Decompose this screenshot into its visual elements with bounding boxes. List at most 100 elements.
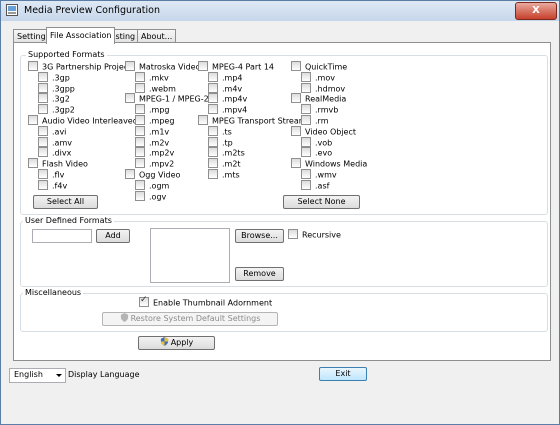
- checkbox-box[interactable]: [28, 61, 38, 71]
- checkbox-box[interactable]: [38, 147, 48, 158]
- format-checkbox-webm[interactable]: .webm: [135, 82, 176, 95]
- add-button[interactable]: Add: [96, 229, 130, 243]
- apply-label: Apply: [170, 338, 194, 347]
- format-checkbox-rm[interactable]: .rm: [301, 115, 328, 127]
- checkbox-box[interactable]: [301, 115, 311, 125]
- checkbox-box[interactable]: [301, 104, 311, 115]
- format-checkbox-ogv[interactable]: .ogv: [135, 190, 167, 203]
- checkbox-box[interactable]: [38, 179, 48, 190]
- checkbox-box[interactable]: [135, 179, 145, 190]
- browse-button[interactable]: Browse...: [235, 229, 284, 243]
- checkbox-box[interactable]: [38, 93, 48, 104]
- checkbox-box[interactable]: [291, 61, 301, 71]
- checkbox-box[interactable]: [208, 93, 218, 104]
- checkbox-box[interactable]: [38, 169, 48, 179]
- title-bar[interactable]: Media Preview Configuration X: [1, 1, 559, 21]
- recursive-checkbox[interactable]: Recursive: [288, 229, 341, 241]
- checkbox-box[interactable]: [208, 104, 218, 115]
- checkbox-box[interactable]: [208, 169, 218, 179]
- restore-defaults-button[interactable]: Restore System Default Settings: [102, 312, 278, 326]
- tab-about[interactable]: About...: [137, 29, 177, 43]
- format-checkbox-label: MPEG-4 Part 14: [212, 62, 275, 72]
- checkbox-box[interactable]: [301, 71, 311, 82]
- format-checkbox-divx[interactable]: .divx: [38, 147, 71, 159]
- checkbox-box[interactable]: [135, 125, 145, 136]
- exit-button[interactable]: Exit: [319, 367, 367, 381]
- checkbox-box[interactable]: [125, 169, 135, 179]
- recursive-checkbox-box[interactable]: [288, 229, 298, 239]
- format-checkbox-flash-video[interactable]: Flash Video: [28, 158, 88, 170]
- checkbox-box[interactable]: [291, 125, 301, 136]
- language-select[interactable]: English: [9, 368, 66, 383]
- checkbox-box[interactable]: [28, 158, 38, 169]
- supported-formats-group: Supported Formats 3G Partnership Project…: [20, 50, 548, 215]
- apply-button[interactable]: Apply: [138, 336, 215, 350]
- recursive-label: Recursive: [302, 230, 341, 240]
- format-checkbox-evo[interactable]: .evo: [301, 147, 332, 159]
- select-all-button[interactable]: Select All: [33, 195, 98, 209]
- checkbox-box[interactable]: [38, 71, 48, 82]
- checkbox-box[interactable]: [135, 147, 145, 158]
- format-input[interactable]: [32, 229, 92, 243]
- format-checkbox-label: .mp4v: [222, 94, 248, 104]
- checkbox-box[interactable]: [125, 93, 135, 104]
- checkbox-box[interactable]: [125, 61, 135, 71]
- checkbox-box[interactable]: [38, 125, 48, 136]
- checkbox-box[interactable]: [301, 136, 311, 147]
- format-checkbox-label: MPEG-1 / MPEG-2: [139, 94, 209, 104]
- format-checkbox-label: .mpv4: [222, 105, 248, 115]
- window-title: Media Preview Configuration: [24, 5, 160, 16]
- close-button[interactable]: X: [515, 2, 557, 20]
- checkbox-box[interactable]: [301, 169, 311, 179]
- main-window: Media Preview Configuration X Settings F…: [0, 0, 560, 425]
- checkbox-box[interactable]: [28, 115, 38, 125]
- checkbox-box[interactable]: [135, 190, 145, 201]
- remove-button[interactable]: Remove: [235, 267, 284, 281]
- select-none-button[interactable]: Select None: [283, 195, 360, 209]
- format-checkbox-label: .ogv: [149, 192, 167, 202]
- format-checkbox-label: .wmv: [315, 170, 337, 180]
- checkbox-box[interactable]: [208, 82, 218, 93]
- checkbox-box[interactable]: [135, 115, 145, 125]
- tab-file-association[interactable]: File Association: [46, 27, 116, 44]
- checkbox-box[interactable]: [301, 82, 311, 93]
- format-checkbox-f4v[interactable]: .f4v: [38, 179, 67, 192]
- checkbox-box[interactable]: [135, 136, 145, 147]
- checkbox-box[interactable]: [301, 147, 311, 158]
- checkbox-box[interactable]: [208, 71, 218, 82]
- checkbox-box[interactable]: [291, 93, 301, 104]
- formats-listbox[interactable]: [150, 228, 230, 283]
- checkbox-box[interactable]: [135, 82, 145, 93]
- format-checkbox-3gp2[interactable]: .3gp2: [38, 104, 75, 116]
- format-checkbox-realmedia[interactable]: RealMedia: [291, 93, 347, 105]
- checkbox-box[interactable]: [198, 61, 208, 71]
- checkbox-box[interactable]: [291, 158, 301, 169]
- thumbnail-adornment-checkbox[interactable]: Enable Thumbnail Adornment: [139, 295, 272, 309]
- checkbox-box[interactable]: [198, 115, 208, 125]
- format-checkbox-asf[interactable]: .asf: [301, 179, 329, 192]
- checkbox-box[interactable]: [208, 125, 218, 136]
- format-checkbox-ogg-video[interactable]: Ogg Video: [125, 169, 180, 181]
- format-checkbox-label: .tp: [222, 138, 233, 148]
- checkbox-box[interactable]: [38, 82, 48, 93]
- checkbox-box[interactable]: [38, 104, 48, 115]
- checkbox-box[interactable]: [38, 136, 48, 147]
- format-checkbox-label: .mp4: [222, 73, 243, 83]
- format-checkbox-label: RealMedia: [305, 94, 347, 104]
- checkbox-box[interactable]: [301, 179, 311, 190]
- checkbox-box[interactable]: [208, 147, 218, 158]
- format-checkbox-mpv4[interactable]: .mpv4: [208, 104, 248, 116]
- miscellaneous-legend: Miscellaneous: [23, 288, 84, 297]
- checkbox-box[interactable]: [208, 136, 218, 147]
- format-checkbox-label: Video Object: [305, 127, 357, 137]
- checkbox-box[interactable]: [135, 104, 145, 115]
- checkbox-box[interactable]: [208, 158, 218, 169]
- thumbnail-adornment-checkbox-box[interactable]: [139, 295, 149, 307]
- checkbox-box[interactable]: [135, 158, 145, 169]
- format-checkbox-mts[interactable]: .mts: [208, 169, 240, 181]
- format-checkbox-mpv2[interactable]: .mpv2: [135, 158, 174, 170]
- format-checkbox-label: .ogm: [149, 181, 170, 191]
- format-checkbox-quicktime[interactable]: QuickTime: [291, 61, 347, 73]
- format-checkbox-hdmov[interactable]: .hdmov: [301, 82, 345, 95]
- checkbox-box[interactable]: [135, 71, 145, 82]
